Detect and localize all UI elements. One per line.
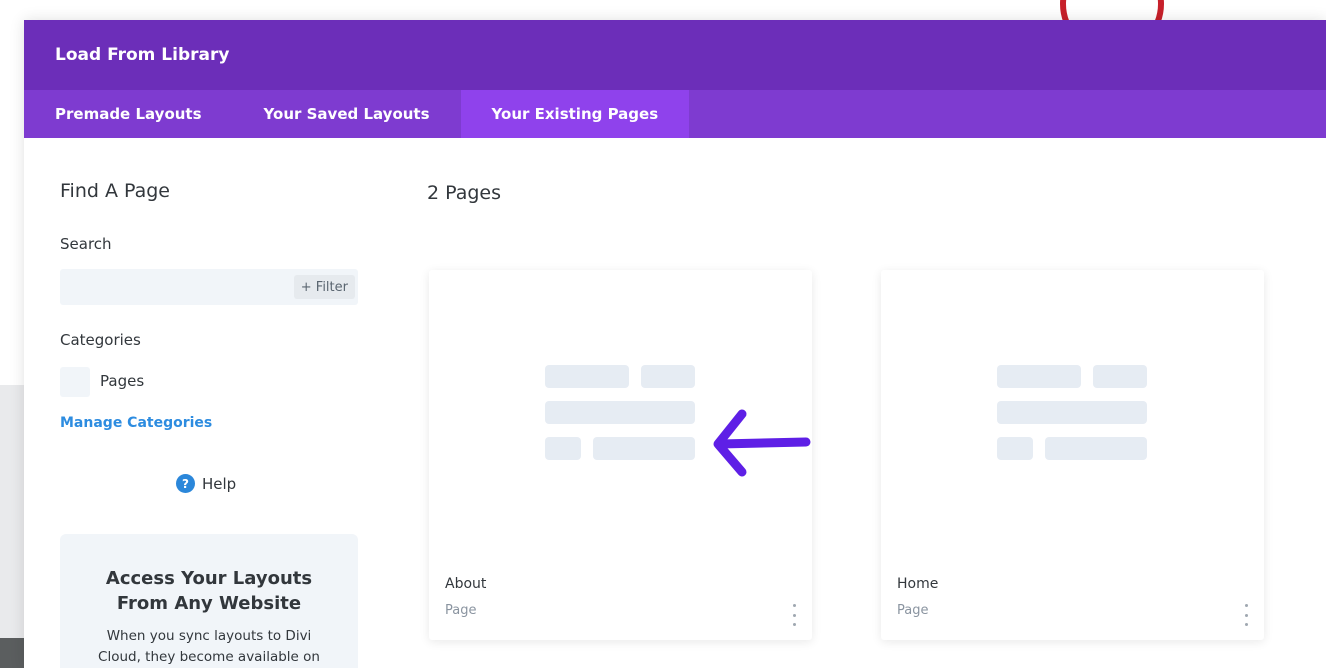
placeholder-block <box>1045 437 1147 460</box>
tab-premade-layouts[interactable]: Premade Layouts <box>24 90 233 138</box>
more-options-icon[interactable] <box>1242 604 1250 626</box>
tab-your-existing-pages[interactable]: Your Existing Pages <box>460 90 690 138</box>
placeholder-block <box>997 365 1081 388</box>
promo-title: Access Your Layouts From Any Website <box>105 568 313 614</box>
help-label: Help <box>202 474 237 493</box>
layout-placeholder-preview <box>881 270 1264 550</box>
page-count-label: 2 Pages <box>427 182 502 204</box>
placeholder-block <box>545 437 581 460</box>
library-tabs: Premade Layouts Your Saved Layouts Your … <box>24 90 1326 138</box>
placeholder-block <box>593 437 695 460</box>
background-page-dark-block <box>0 638 24 668</box>
placeholder-block <box>641 365 695 388</box>
divi-cloud-promo: Access Your Layouts From Any Website Whe… <box>60 534 358 668</box>
placeholder-block <box>545 365 629 388</box>
page-card-type: Page <box>445 603 477 618</box>
modal-header: Load From Library <box>24 20 1326 90</box>
filter-button[interactable]: + Filter <box>293 275 355 299</box>
search-input[interactable]: + Filter <box>60 269 358 305</box>
help-button[interactable]: ? Help <box>176 474 236 493</box>
page-card-type: Page <box>897 603 929 618</box>
modal-title: Load From Library <box>55 45 230 65</box>
promo-text: When you sync layouts to Divi Cloud, the… <box>98 628 320 665</box>
page-card-home[interactable]: Home Page <box>881 270 1264 640</box>
category-label-pages: Pages <box>100 372 145 390</box>
category-checkbox-pages[interactable] <box>60 367 90 397</box>
background-page-strip <box>0 385 24 668</box>
placeholder-block <box>1093 365 1147 388</box>
annotation-arrow-icon <box>713 409 811 477</box>
load-from-library-modal: Load From Library Premade Layouts Your S… <box>24 20 1326 668</box>
placeholder-block <box>997 401 1147 424</box>
page-card-title: Home <box>897 576 939 592</box>
manage-categories-link[interactable]: Manage Categories <box>60 415 212 431</box>
placeholder-block <box>545 401 695 424</box>
categories-label: Categories <box>60 331 141 349</box>
search-label: Search <box>60 235 112 253</box>
sidebar-title: Find A Page <box>60 180 171 202</box>
question-circle-icon: ? <box>176 474 195 493</box>
more-options-icon[interactable] <box>790 604 798 626</box>
tab-your-saved-layouts[interactable]: Your Saved Layouts <box>233 90 461 138</box>
page-card-title: About <box>445 576 487 592</box>
placeholder-block <box>997 437 1033 460</box>
